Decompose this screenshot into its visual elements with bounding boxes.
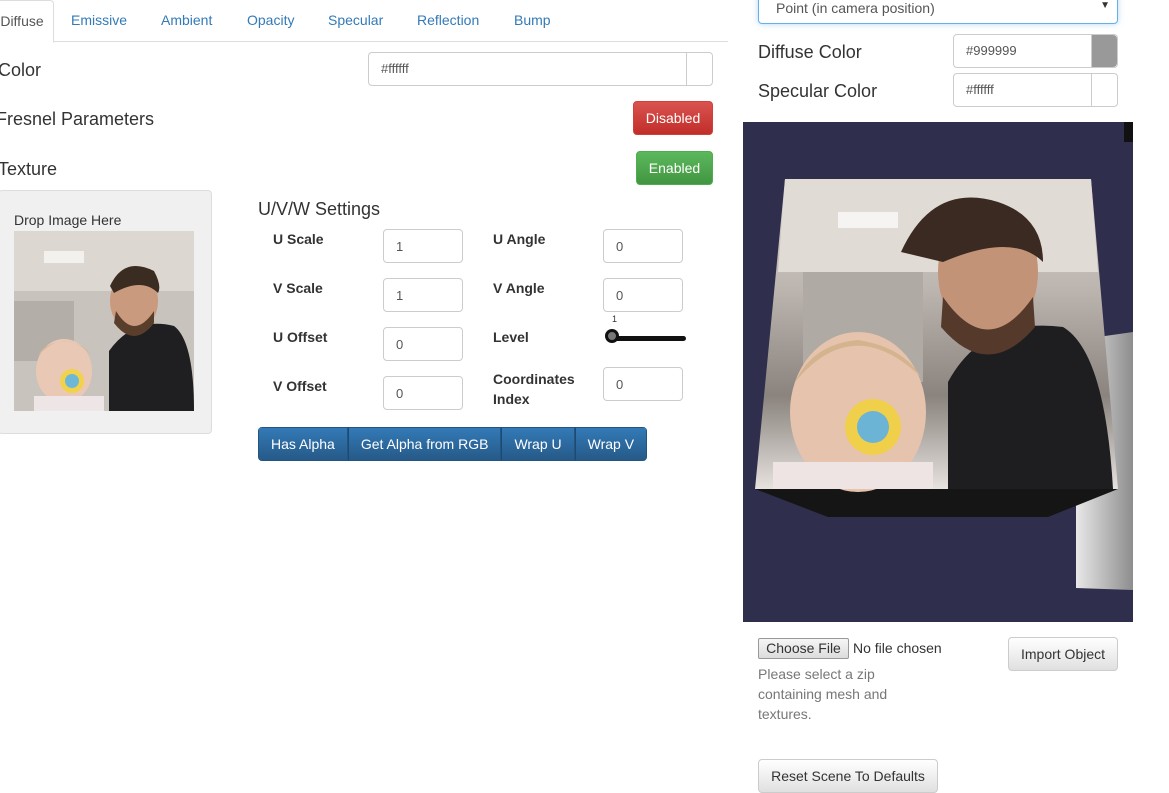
v-offset-value: 0 <box>396 386 404 401</box>
u-angle-input[interactable]: 0 <box>603 229 683 263</box>
light-diffuse-label: Diffuse Color <box>758 42 862 62</box>
coordinates-index-label-line1: Coordinates <box>493 371 575 387</box>
tab-opacity[interactable]: Opacity <box>247 0 294 41</box>
fresnel-label: Fresnel Parameters <box>0 109 155 129</box>
texture-thumbnail <box>14 231 194 411</box>
light-type-value: Point (in camera position) <box>776 0 935 16</box>
level-label: Level <box>493 329 529 345</box>
tab-diffuse[interactable]: Diffuse <box>0 0 54 43</box>
alpha-from-rgb-button[interactable]: Get Alpha from RGB <box>347 427 502 461</box>
light-specular-field[interactable]: #ffffff <box>953 73 1118 107</box>
texture-photo-icon <box>14 231 194 411</box>
coordinates-index-label: Coordinates Index <box>493 369 575 409</box>
choose-file-button[interactable]: Choose File <box>758 638 849 659</box>
tab-reflection[interactable]: Reflection <box>417 0 479 41</box>
coordinates-index-input[interactable]: 0 <box>603 367 683 401</box>
coordinates-index-label-line2: Index <box>493 391 530 407</box>
file-status-text: No file chosen <box>853 640 942 656</box>
tab-specular[interactable]: Specular <box>328 0 383 41</box>
coordinates-index-value: 0 <box>616 377 624 392</box>
material-tabs: Diffuse Emissive Ambient Opacity Specula… <box>0 0 728 43</box>
u-scale-label: U Scale <box>273 231 324 247</box>
u-offset-input[interactable]: 0 <box>383 327 463 361</box>
import-object-button[interactable]: Import Object <box>1008 637 1118 671</box>
scene-render <box>743 122 1133 622</box>
texture-label: Texture <box>0 159 58 179</box>
u-angle-value: 0 <box>616 239 624 254</box>
texture-options-group: Has Alpha Get Alpha from RGB Wrap U Wrap… <box>258 427 648 461</box>
tab-bump[interactable]: Bump <box>514 0 551 41</box>
v-angle-label: V Angle <box>493 280 545 296</box>
v-offset-label: V Offset <box>273 378 327 394</box>
v-angle-value: 0 <box>616 288 624 303</box>
light-diffuse-swatch[interactable] <box>1091 35 1117 67</box>
u-offset-value: 0 <box>396 337 404 352</box>
light-type-select[interactable]: Point (in camera position) ▼ <box>758 0 1118 24</box>
has-alpha-button[interactable]: Has Alpha <box>258 427 348 461</box>
u-scale-input[interactable]: 1 <box>383 229 463 263</box>
scene-viewport[interactable] <box>743 122 1133 622</box>
light-specular-label: Specular Color <box>758 81 878 101</box>
chevron-down-icon: ▼ <box>1100 0 1110 11</box>
uvw-title: U/V/W Settings <box>258 199 381 219</box>
color-swatch[interactable] <box>686 53 712 85</box>
u-angle-label: U Angle <box>493 231 546 247</box>
color-field[interactable]: #ffffff <box>368 52 713 86</box>
v-offset-input[interactable]: 0 <box>383 376 463 410</box>
u-offset-label: U Offset <box>273 329 328 345</box>
tab-diffuse-label: Diffuse <box>0 13 44 29</box>
drop-label: Drop Image Here <box>14 212 122 228</box>
fresnel-toggle-button[interactable]: Disabled <box>633 101 713 135</box>
v-scale-label: V Scale <box>273 280 323 296</box>
color-value: #ffffff <box>381 61 409 76</box>
color-label: Color <box>0 60 42 80</box>
texture-drop-zone[interactable]: Drop Image Here <box>0 190 212 434</box>
level-slider[interactable]: 1 <box>604 314 686 348</box>
import-hint-line2: containing mesh and <box>758 686 888 702</box>
light-diffuse-value: #999999 <box>966 43 1017 58</box>
wrap-u-button[interactable]: Wrap U <box>501 427 575 461</box>
level-value: 1 <box>612 314 618 324</box>
wrap-v-button[interactable]: Wrap V <box>574 427 648 461</box>
texture-toggle-button[interactable]: Enabled <box>636 151 713 185</box>
light-diffuse-field[interactable]: #999999 <box>953 34 1118 68</box>
tab-emissive[interactable]: Emissive <box>71 0 127 41</box>
import-hint: Please select a zip containing mesh and … <box>758 664 887 724</box>
light-specular-swatch[interactable] <box>1091 74 1117 106</box>
v-angle-input[interactable]: 0 <box>603 278 683 312</box>
tab-ambient[interactable]: Ambient <box>161 0 212 41</box>
v-scale-input[interactable]: 1 <box>383 278 463 312</box>
light-specular-value: #ffffff <box>966 82 994 97</box>
import-hint-line1: Please select a zip <box>758 666 875 682</box>
level-slider-thumb[interactable] <box>605 329 619 343</box>
v-scale-value: 1 <box>396 288 404 303</box>
u-scale-value: 1 <box>396 239 404 254</box>
import-hint-line3: textures. <box>758 706 812 722</box>
